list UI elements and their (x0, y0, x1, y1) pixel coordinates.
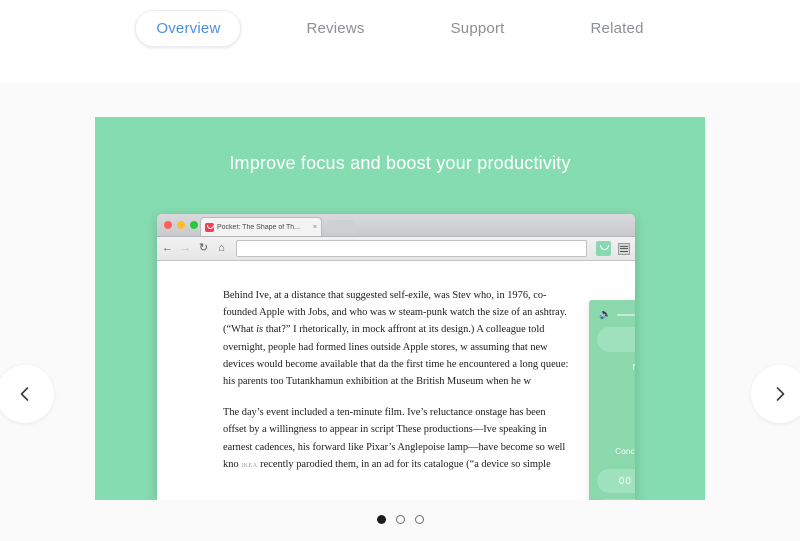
carousel-prev-button[interactable] (0, 365, 54, 423)
screenshot-carousel: Improve focus and boost your productivit… (0, 83, 800, 541)
timer-hours: 00 (618, 475, 632, 487)
window-controls (164, 221, 198, 229)
carousel-dot-2[interactable] (395, 515, 405, 524)
page-header: Overview Reviews Support Related (0, 0, 800, 83)
tab-overview[interactable]: Overview (135, 9, 242, 47)
article-paragraph: The day’s event included a ten-minute fi… (223, 404, 569, 475)
timer-display: 00 : 25 : 00 (597, 469, 635, 493)
article-paragraph: Behind Ive, at a distance that suggested… (223, 287, 569, 390)
article-line: that?” I (263, 324, 297, 336)
timer-actions: Start Pause (597, 499, 635, 500)
reload-icon[interactable]: ↻ (198, 243, 209, 254)
carousel-dot-1[interactable] (376, 515, 386, 524)
forward-icon[interactable]: → (180, 243, 191, 254)
new-tab-button[interactable] (327, 220, 355, 233)
mode-energize[interactable]: Energize (597, 411, 635, 436)
chevron-left-icon (20, 387, 29, 401)
mode-writing[interactable]: Writing (597, 383, 635, 408)
carousel-next-button[interactable] (751, 365, 800, 423)
browser-tab[interactable]: Pocket: The Shape of Th... × (200, 217, 322, 236)
browser-window-mock: Pocket: The Shape of Th... × ← → ↻ ⌂ Beh… (157, 214, 635, 500)
tab-related[interactable]: Related (570, 10, 665, 47)
close-tab-icon[interactable]: × (313, 224, 317, 231)
mode-concentration-guru[interactable]: Concentration Guru (597, 439, 635, 464)
back-icon[interactable]: ← (162, 243, 173, 254)
maximize-window-button[interactable] (190, 221, 198, 229)
article-line: The day’s event included a ten-minute fi… (223, 407, 473, 419)
article-text: Behind Ive, at a distance that suggested… (223, 287, 569, 489)
carousel-dot-3[interactable] (414, 515, 424, 524)
browser-content-area: Behind Ive, at a distance that suggested… (157, 261, 635, 500)
pocket-favicon-icon (205, 222, 214, 232)
article-line: overnight, people had formed lines outsi… (223, 341, 468, 353)
browser-menu-icon[interactable] (618, 242, 630, 255)
browser-tab-title: Pocket: The Shape of Th... (217, 223, 301, 231)
home-icon[interactable]: ⌂ (216, 243, 227, 254)
tab-bar: Overview Reviews Support Related (0, 0, 800, 56)
volume-control: 🔈 (597, 306, 635, 324)
article-line: rhetorically, in mock affront at its des… (299, 324, 545, 336)
chevron-right-icon (776, 387, 785, 401)
article-brand-note: IKEA (241, 462, 258, 469)
browser-nav-bar: ← → ↻ ⌂ (157, 237, 635, 261)
pocket-extension-icon[interactable] (596, 241, 611, 256)
mode-reading[interactable]: Reading (597, 327, 635, 352)
start-button[interactable]: Start (597, 499, 635, 500)
app-page: Overview Reviews Support Related Improve… (0, 0, 800, 541)
hero-slide: Improve focus and boost your productivit… (95, 117, 705, 500)
focus-timer-panel: 🔈 Reading Nap Timer Writing Energize Con… (589, 300, 635, 500)
close-window-button[interactable] (164, 221, 172, 229)
hero-title: Improve focus and boost your productivit… (229, 153, 571, 173)
speaker-icon[interactable]: 🔈 (599, 310, 611, 320)
tab-reviews[interactable]: Reviews (285, 10, 385, 47)
volume-slider[interactable] (617, 314, 635, 316)
carousel-pagination (0, 515, 800, 524)
browser-tab-bar: Pocket: The Shape of Th... × (157, 214, 635, 237)
address-bar-input[interactable] (236, 240, 587, 257)
minimize-window-button[interactable] (177, 221, 185, 229)
article-line: Tutankhamun exhibition at the British Mu… (286, 376, 531, 388)
article-line: Behind Ive, at a distance that suggested… (223, 290, 471, 301)
article-line: recently parodied them, in an ad for its… (257, 458, 551, 470)
tab-support[interactable]: Support (430, 10, 526, 47)
mode-nap-timer[interactable]: Nap Timer (597, 355, 635, 380)
